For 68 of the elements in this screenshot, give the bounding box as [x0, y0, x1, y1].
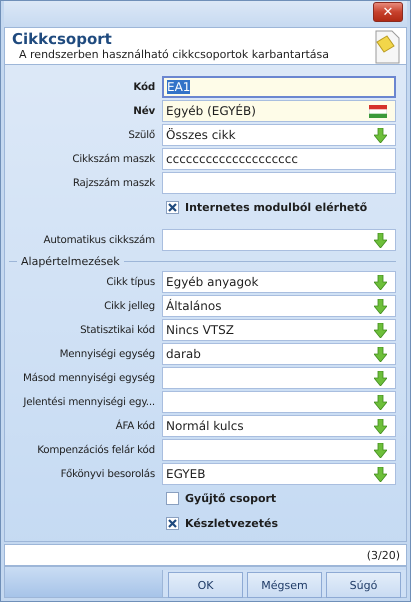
field-label: Szülő [127, 129, 156, 141]
down-arrow-icon[interactable] [374, 322, 387, 338]
dropdown-field[interactable]: Egyéb anyagok [162, 271, 396, 293]
checkbox[interactable] [166, 517, 179, 530]
field-value: Egyéb (EGYÉB) [166, 104, 256, 118]
down-arrow-icon[interactable] [374, 232, 387, 248]
field-label: Statisztikai kód [79, 324, 156, 336]
dropdown-field[interactable] [162, 439, 396, 461]
field-value: EA1 [167, 80, 190, 94]
dialog-subtitle: A rendszerben használható cikkcsoportok karbantartása [18, 48, 330, 61]
checkbox[interactable] [166, 201, 179, 214]
checkbox-label: Készletvezetés [185, 517, 278, 530]
down-arrow-icon[interactable] [374, 274, 387, 290]
field-label: Főkönyvi besorolás [60, 468, 156, 480]
check-mark-icon [168, 519, 177, 528]
input-field[interactable]: cccccccccccccccccccc [162, 148, 396, 170]
field-label: Cikk típus [105, 276, 156, 288]
field-value: Összes cikk [166, 128, 236, 142]
field-label: Név [132, 105, 156, 117]
field-label: Rajzszám maszk [72, 177, 156, 189]
field-label: Cikkszám maszk [71, 153, 156, 165]
input-field[interactable]: Egyéb (EGYÉB) [162, 100, 396, 122]
down-arrow-icon[interactable] [374, 298, 387, 314]
field-label: ÁFA kód [114, 420, 156, 432]
dropdown-field[interactable]: EGYEB [162, 463, 396, 485]
down-arrow-icon[interactable] [374, 370, 387, 386]
dialog-title: Cikkcsoport [12, 30, 113, 48]
down-arrow-icon[interactable] [374, 466, 387, 482]
input-field[interactable]: EA1 [162, 76, 396, 98]
field-label: Kód [132, 81, 156, 93]
record-counter: (3/20) [366, 548, 400, 562]
checkbox[interactable] [166, 492, 179, 505]
dropdown-field[interactable]: Normál kulcs [162, 415, 396, 437]
field-label: Automatikus cikkszám [42, 234, 156, 246]
field-value: Nincs VTSZ [166, 323, 234, 337]
dialog-button[interactable]: OK [168, 572, 243, 598]
checkbox-label: Internetes modulból elérhető [185, 201, 368, 214]
close-button[interactable]: ✕ [373, 2, 403, 22]
dropdown-field[interactable]: Általános [162, 295, 396, 317]
down-arrow-icon[interactable] [374, 128, 387, 142]
field-label: Másod mennyiségi egység [22, 372, 156, 384]
field-value: Általános [166, 299, 222, 313]
dialog-button[interactable]: Mégsem [247, 572, 322, 598]
dropdown-field[interactable] [162, 391, 396, 413]
dropdown-field[interactable]: darab [162, 343, 396, 365]
down-arrow-icon[interactable] [374, 442, 387, 458]
dropdown-field[interactable]: Összes cikk [162, 124, 396, 146]
field-value: EGYEB [166, 467, 206, 481]
input-field[interactable] [162, 172, 396, 194]
dialog-button[interactable]: Súgó [326, 572, 401, 598]
field-label: Mennyiségi egység [58, 348, 156, 360]
field-label: Cikk jelleg [103, 300, 156, 312]
field-value: Egyéb anyagok [166, 275, 258, 289]
section-title: Alapértelmezések [20, 254, 121, 268]
field-label: Jelentési mennyiségi egy... [22, 396, 156, 408]
field-value: cccccccccccccccccccc [166, 152, 298, 166]
dropdown-field[interactable] [162, 229, 396, 251]
down-arrow-icon[interactable] [374, 394, 387, 410]
field-label: Kompenzációs felár kód [36, 444, 156, 456]
field-value: darab [166, 347, 201, 361]
checkbox-label: Gyűjtő csoport [185, 492, 276, 505]
field-value: Normál kulcs [166, 419, 244, 433]
dropdown-field[interactable]: Nincs VTSZ [162, 319, 396, 341]
check-mark-icon [168, 203, 177, 212]
down-arrow-icon[interactable] [374, 346, 387, 362]
dropdown-field[interactable] [162, 367, 396, 389]
flag-icon[interactable] [369, 104, 387, 118]
down-arrow-icon[interactable] [374, 418, 387, 434]
